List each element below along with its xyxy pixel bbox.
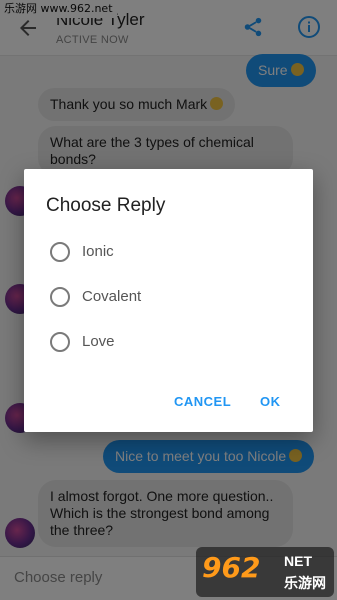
reply-option-covalent[interactable]: Covalent <box>50 285 290 309</box>
site-logo-watermark: 962 NET 乐游网 <box>196 547 334 597</box>
reply-option-love[interactable]: Love <box>50 330 290 354</box>
logo-net-text: NET <box>284 553 312 569</box>
option-label: Love <box>82 333 115 350</box>
option-label: Ionic <box>82 243 114 260</box>
reply-option-ionic[interactable]: Ionic <box>50 240 290 264</box>
logo-number: 962 <box>202 551 261 584</box>
ok-button[interactable]: OK <box>260 394 281 409</box>
choose-reply-dialog: Choose Reply Ionic Covalent Love CANCEL … <box>24 169 313 432</box>
radio-button[interactable] <box>50 242 70 262</box>
radio-button[interactable] <box>50 332 70 352</box>
logo-cn-text: 乐游网 <box>284 575 326 591</box>
option-label: Covalent <box>82 288 142 305</box>
cancel-button[interactable]: CANCEL <box>174 394 231 409</box>
dialog-title: Choose Reply <box>46 195 166 216</box>
radio-button[interactable] <box>50 287 70 307</box>
